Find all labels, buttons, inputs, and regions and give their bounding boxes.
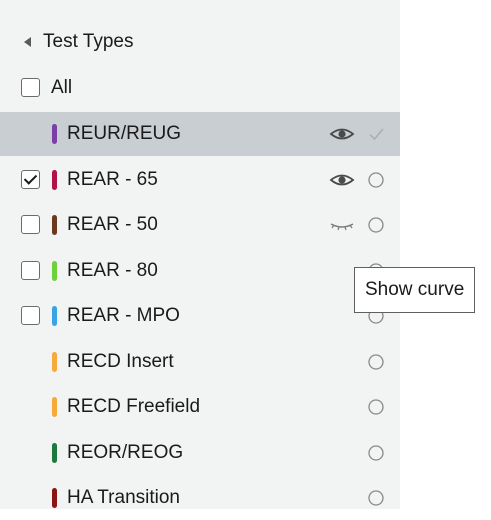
test-type-label: REOR/REOG [67,441,184,463]
all-row[interactable]: All [0,66,400,110]
color-swatch [52,442,57,463]
check-icon[interactable] [367,125,385,143]
test-type-label: REAR - 65 [67,168,158,190]
color-swatch [52,488,57,508]
eye-icon[interactable] [329,124,355,144]
circle-icon[interactable] [367,171,385,189]
test-type-label: REAR - 50 [67,214,158,235]
tooltip: Show curve [354,267,476,313]
circle-icon[interactable] [367,489,385,507]
test-type-checkbox[interactable] [21,169,40,189]
test-type-checkbox[interactable] [21,215,40,234]
color-swatch [52,306,57,326]
panel-header[interactable]: Test Types [0,20,400,64]
color-swatch [52,124,57,144]
test-type-row[interactable]: REOR/REOG [0,431,400,475]
test-type-row[interactable]: REAR - MPO [0,294,400,338]
circle-icon[interactable] [367,444,385,462]
panel-title: Test Types [43,31,134,52]
test-type-row[interactable]: REAR - 65 [0,158,400,202]
test-type-row[interactable]: REUR/REUG [0,112,400,156]
test-type-label: REUR/REUG [67,123,182,144]
test-type-label: HA Transition [67,487,180,508]
caret-left-icon[interactable] [24,37,31,47]
color-swatch [52,351,57,372]
test-type-label: REAR - MPO [67,305,180,326]
test-type-row[interactable]: HA Transition [0,476,400,520]
eye-icon[interactable] [329,170,355,190]
color-swatch [52,215,57,235]
test-type-checkbox[interactable] [21,260,40,280]
circle-icon[interactable] [367,398,385,416]
test-type-row[interactable]: RECD Insert [0,340,400,384]
test-types-panel: Test Types All REUR/REUG REAR - 65 REAR - … [0,0,400,509]
test-type-row[interactable]: REAR - 80 [0,249,400,293]
test-type-label: RECD Insert [67,350,174,372]
all-label: All [51,77,73,98]
test-type-row[interactable]: REAR - 50 [0,203,400,247]
all-checkbox[interactable] [21,78,40,97]
test-type-label: RECD Freefield [67,396,201,417]
test-type-row[interactable]: RECD Freefield [0,385,400,429]
test-type-label: REAR - 80 [67,259,158,281]
color-swatch [52,397,57,417]
circle-icon[interactable] [367,353,385,371]
circle-icon[interactable] [367,216,385,234]
tooltip-text: Show curve [365,279,465,300]
color-swatch [52,169,57,190]
color-swatch [52,260,57,281]
test-type-checkbox[interactable] [21,306,40,325]
eye-closed-icon[interactable] [329,215,355,235]
